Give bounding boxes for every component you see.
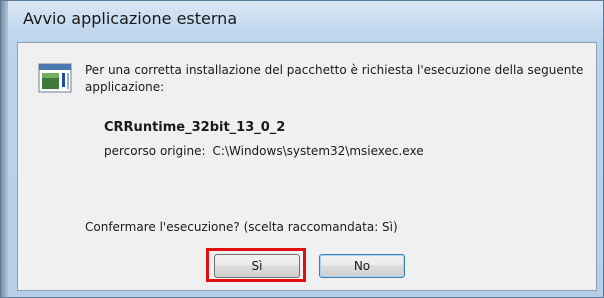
- window-title: Avvio applicazione esterna: [23, 9, 238, 28]
- yes-button[interactable]: Sì: [214, 254, 300, 278]
- source-path-row: percorso origine: C:\Windows\system32\msi…: [104, 144, 424, 158]
- title-bar[interactable]: Avvio applicazione esterna: [8, 1, 603, 41]
- dialog-window: Avvio applicazione esterna Per una corre…: [0, 0, 604, 298]
- dialog-content: Per una corretta installazione del pacch…: [17, 42, 597, 291]
- confirm-question: Confermare l'esecuzione? (scelta raccoma…: [85, 220, 398, 234]
- window-frame-edge: [1, 1, 8, 297]
- application-name: CRRuntime_32bit_13_0_2: [104, 120, 286, 135]
- no-button[interactable]: No: [319, 254, 405, 278]
- source-path-label: percorso origine:: [104, 144, 206, 158]
- application-window-icon: [38, 63, 72, 93]
- dialog-message: Per una corretta installazione del pacch…: [85, 63, 584, 94]
- source-path-value: C:\Windows\system32\msiexec.exe: [212, 144, 424, 158]
